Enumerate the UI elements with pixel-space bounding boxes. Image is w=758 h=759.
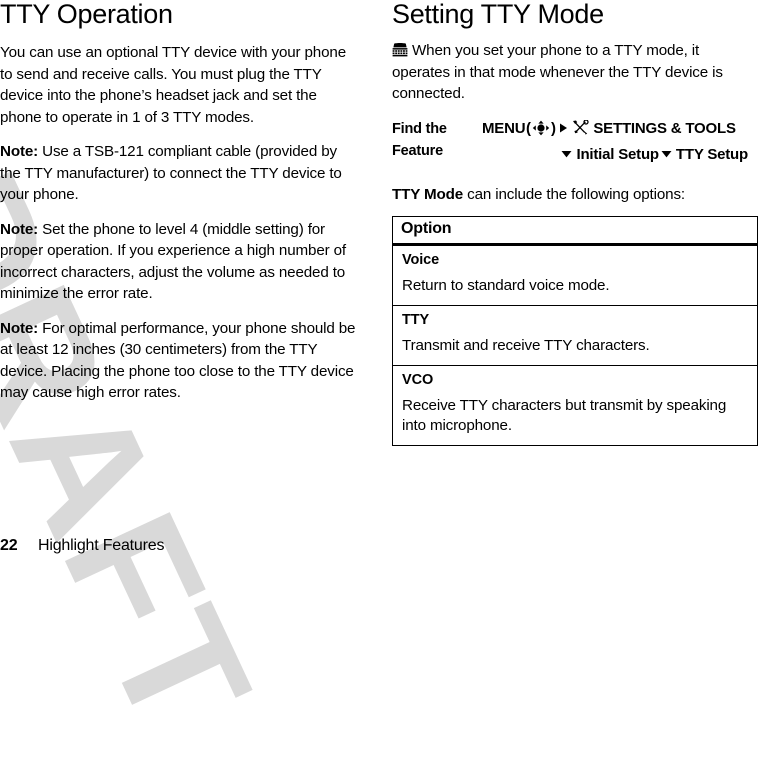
tty-mode-options-table: Option Voice Return to standard voice mo… — [392, 215, 758, 446]
note-level: Note: Set the phone to level 4 (middle s… — [0, 219, 360, 305]
table-row: TTY Transmit and receive TTY characters. — [392, 304, 758, 366]
arrow-right-icon — [559, 118, 568, 140]
menu-path-line-1: MENU ( ) SETTINGS & TOOLS — [476, 118, 758, 143]
paragraph-intro: You can use an optional TTY device with … — [0, 42, 360, 128]
note-label: Note: — [0, 143, 39, 161]
four-way-navigation-key-icon: ( ) — [526, 120, 556, 143]
option-name: TTY — [402, 311, 430, 328]
find-the-feature-label: Find the Feature — [392, 118, 476, 162]
menu-label: MENU — [482, 119, 526, 137]
find-the-feature-label-line1: Find the — [392, 120, 447, 137]
page-title-setting-tty-mode: Setting TTY Mode — [392, 0, 604, 29]
option-description: Return to standard voice mode. — [402, 276, 610, 294]
svg-text:(: ( — [526, 120, 531, 136]
table-header-row: Option — [392, 215, 758, 246]
option-description: Transmit and receive TTY characters. — [402, 336, 650, 354]
left-column: TTY Operation You can use an optional TT… — [0, 0, 360, 404]
option-description: Receive TTY characters but transmit by s… — [402, 396, 727, 434]
menu-path-line-2: Initial Setup TTY Setup — [476, 143, 758, 166]
find-the-feature-block: Find the Feature MENU ( ) SETTINGS & TOO… — [392, 118, 758, 166]
tty-teletypewriter-icon — [392, 42, 408, 57]
tty-mode-intro-text: When you set your phone to a TTY mode, i… — [392, 42, 723, 103]
table-cell-tty: TTY Transmit and receive TTY characters. — [392, 304, 758, 366]
option-name: VCO — [402, 371, 434, 388]
table-row: VCO Receive TTY characters but transmit … — [392, 364, 758, 446]
option-name: Voice — [402, 251, 440, 268]
table-cell-vco: VCO Receive TTY characters but transmit … — [392, 364, 758, 446]
arrow-down-icon — [561, 143, 572, 165]
footer-chapter-title: Highlight Features — [38, 537, 165, 554]
options-table-intro-rest: can include the following options: — [463, 185, 685, 203]
find-the-feature-path: MENU ( ) SETTINGS & TOOLS Initial Setup … — [476, 118, 758, 166]
settings-tools-icon — [572, 119, 590, 135]
note-distance-text: For optimal performance, your phone shou… — [0, 319, 356, 402]
right-column: Setting TTY Mode When you set your phone… — [392, 0, 758, 446]
note-label: Note: — [0, 319, 39, 337]
page-footer: 22 Highlight Features — [0, 537, 758, 559]
note-label: Note: — [0, 220, 39, 238]
page-number: 22 — [0, 537, 18, 554]
tty-mode-term: TTY Mode — [392, 185, 464, 203]
options-table-intro: TTY Mode can include the following optio… — [392, 184, 758, 205]
svg-text:): ) — [551, 120, 556, 136]
column-header-option: Option — [392, 215, 758, 246]
note-cable: Note: Use a TSB-121 compliant cable (pro… — [0, 141, 360, 206]
note-level-text: Set the phone to level 4 (middle setting… — [0, 220, 346, 303]
settings-and-tools-label: SETTINGS & TOOLS — [593, 119, 736, 137]
manual-page: TTY Operation You can use an optional TT… — [0, 0, 758, 567]
paragraph-tty-mode-intro: When you set your phone to a TTY mode, i… — [392, 40, 758, 105]
note-distance: Note: For optimal performance, your phon… — [0, 318, 360, 404]
paragraph-intro-text: You can use an optional TTY device with … — [0, 44, 346, 126]
table-row: Voice Return to standard voice mode. — [392, 243, 758, 306]
menu-step-tty-setup: TTY Setup — [675, 145, 748, 163]
arrow-down-icon — [661, 143, 672, 165]
find-the-feature-label-line2: Feature — [392, 142, 443, 159]
menu-step-initial-setup: Initial Setup — [576, 145, 659, 163]
page-title-tty-operation: TTY Operation — [0, 0, 173, 29]
table-cell-voice: Voice Return to standard voice mode. — [392, 243, 758, 306]
note-cable-text: Use a TSB-121 compliant cable (provided … — [0, 143, 342, 204]
